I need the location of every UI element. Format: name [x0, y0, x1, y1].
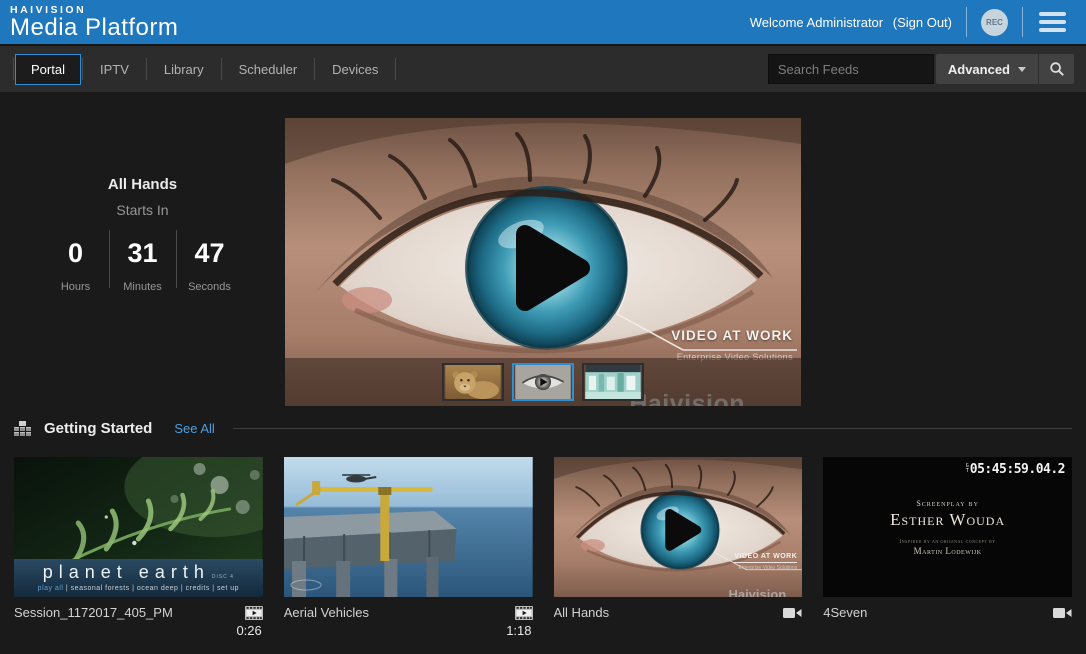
- card-duration: 0:26: [14, 623, 263, 638]
- planet-earth-menu: play all | seasonal forests | ocean deep…: [14, 585, 263, 592]
- countdown-hours-unit: Hours: [43, 281, 109, 293]
- tab-devices[interactable]: Devices: [316, 54, 394, 85]
- tab-divider: [221, 58, 222, 80]
- countdown-seconds-value: 47: [177, 238, 243, 269]
- countdown-minutes-unit: Minutes: [110, 281, 176, 293]
- film-clip-icon: [245, 606, 263, 620]
- credits-text: Screenplay by Esther Wouda Inspired by a…: [823, 499, 1072, 556]
- eye-video-thumbnail: [514, 365, 572, 399]
- header-divider: [966, 7, 967, 37]
- video-card-aerial-vehicles[interactable]: Aerial Vehicles 1:18: [284, 457, 533, 638]
- aerial-rig-thumbnail: [284, 457, 533, 597]
- video-at-work-overlay-small: VIDEO AT WORK Enterprise Video Solutions: [734, 553, 797, 571]
- tab-library[interactable]: Library: [148, 54, 220, 85]
- control-room-thumbnail: [584, 365, 642, 399]
- hero-thumbnail-strip: [285, 358, 801, 406]
- welcome-text: Welcome Administrator (Sign Out): [750, 15, 952, 30]
- main-nav: Portal IPTV Library Scheduler Devices Ad…: [0, 44, 1086, 92]
- film-credits-thumbnail: G T 05:45:59.04.2 Screenplay by Esther W…: [823, 457, 1072, 597]
- tab-divider: [13, 58, 14, 80]
- card-title: Aerial Vehicles: [284, 605, 507, 620]
- tab-iptv[interactable]: IPTV: [84, 54, 145, 85]
- all-hands-thumbnail: VIDEO AT WORK Enterprise Video Solutions…: [554, 457, 803, 597]
- advanced-search-button[interactable]: Advanced: [936, 54, 1038, 84]
- oil-rig-image: [284, 457, 533, 597]
- video-camera-icon: [1053, 607, 1072, 619]
- video-card-4seven[interactable]: G T 05:45:59.04.2 Screenplay by Esther W…: [823, 457, 1072, 638]
- header-divider: [1022, 7, 1023, 37]
- tab-scheduler[interactable]: Scheduler: [223, 54, 314, 85]
- hero-video-player[interactable]: VIDEO AT WORK Enterprise Video Solutions…: [285, 118, 801, 406]
- planet-earth-title: planet earth: [43, 562, 210, 582]
- video-at-work-overlay: VIDEO AT WORK Enterprise Video Solutions: [671, 328, 793, 362]
- haivision-watermark-small: Haivision: [728, 587, 786, 597]
- timecode: G T 05:45:59.04.2: [966, 462, 1065, 477]
- planet-earth-title-band: planet earthDISC 4 play all | seasonal f…: [14, 559, 263, 597]
- video-card-all-hands[interactable]: VIDEO AT WORK Enterprise Video Solutions…: [554, 457, 803, 638]
- countdown-seconds-unit: Seconds: [177, 281, 243, 293]
- see-all-link[interactable]: See All: [174, 421, 214, 436]
- hero-thumb-eye-video[interactable]: [512, 363, 574, 401]
- video-at-work-title: VIDEO AT WORK: [671, 328, 793, 343]
- brand-media-platform: Media Platform: [10, 16, 178, 40]
- channels-grid-icon: [14, 421, 31, 436]
- tab-divider: [146, 58, 147, 80]
- section-title: Getting Started: [44, 420, 152, 437]
- eye-video-still-small: [554, 457, 803, 597]
- tab-divider: [82, 58, 83, 80]
- countdown-minutes-value: 31: [110, 238, 176, 269]
- card-duration: 1:18: [284, 623, 533, 638]
- app-header: HAIVISION Media Platform Welcome Adminis…: [0, 0, 1086, 44]
- video-card-session[interactable]: planet earthDISC 4 play all | seasonal f…: [14, 457, 263, 638]
- search-input[interactable]: [768, 54, 934, 84]
- search-icon: [1049, 61, 1065, 77]
- card-title: 4Seven: [823, 605, 1045, 620]
- hamburger-menu-icon[interactable]: [1037, 8, 1068, 36]
- countdown-hours-value: 0: [43, 238, 109, 269]
- event-title: All Hands: [33, 176, 253, 193]
- card-title: Session_1172017_405_PM: [14, 605, 237, 620]
- tab-divider: [395, 58, 396, 80]
- tab-divider: [314, 58, 315, 80]
- hero-thumb-control-room[interactable]: [582, 363, 644, 401]
- rec-badge[interactable]: REC: [981, 9, 1008, 36]
- lion-cub-thumbnail: [444, 365, 502, 399]
- section-divider: [233, 428, 1072, 429]
- getting-started-section-header: Getting Started See All: [14, 420, 1072, 437]
- card-duration: [554, 623, 803, 638]
- film-clip-icon: [515, 606, 533, 620]
- sign-out-link[interactable]: (Sign Out): [893, 15, 952, 30]
- tab-portal[interactable]: Portal: [15, 54, 81, 85]
- card-duration: [823, 623, 1072, 638]
- event-countdown: All Hands Starts In 0 Hours 31 Minutes 4…: [33, 176, 253, 293]
- card-title: All Hands: [554, 605, 776, 620]
- planet-earth-disc: DISC 4: [212, 574, 234, 580]
- starts-in-label: Starts In: [33, 202, 253, 218]
- app-logo: HAIVISION Media Platform: [10, 4, 178, 41]
- video-camera-icon: [783, 607, 802, 619]
- planet-earth-thumbnail: planet earthDISC 4 play all | seasonal f…: [14, 457, 263, 597]
- search-button[interactable]: [1038, 54, 1074, 84]
- hero-thumb-lion-cub[interactable]: [442, 363, 504, 401]
- chevron-down-icon: [1018, 67, 1026, 72]
- play-button[interactable]: [510, 218, 600, 318]
